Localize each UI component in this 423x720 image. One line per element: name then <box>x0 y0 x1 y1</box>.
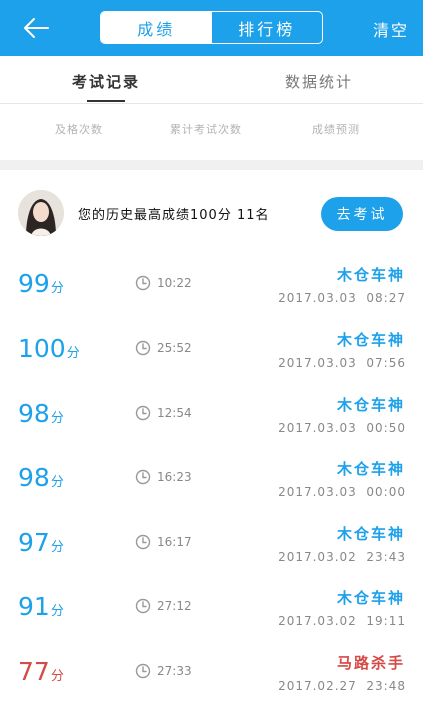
score-number: 97 <box>18 528 50 557</box>
stat-prediction: 成绩预测 <box>312 123 360 136</box>
rank-title: 木仓车神 <box>336 331 405 349</box>
app-header: 成绩 排行榜 清空 <box>0 0 423 56</box>
score-value: 77分 <box>18 657 64 686</box>
section-divider <box>0 160 423 170</box>
record-row[interactable]: 100分 25:52 木仓车神 2017.03.03 07:56 <box>0 320 423 384</box>
subtab-bar: 考试记录 数据统计 <box>0 56 423 104</box>
record-row[interactable]: 98分 12:54 木仓车神 2017.03.03 00:50 <box>0 385 423 449</box>
score-number: 98 <box>18 399 50 428</box>
exam-date: 2017.03.03 07:56 <box>278 356 406 370</box>
tab-ranking[interactable]: 排行榜 <box>212 12 323 43</box>
score-number: 77 <box>18 657 50 686</box>
clear-button[interactable]: 清空 <box>373 17 409 41</box>
record-row[interactable]: 77分 27:33 马路杀手 2017.02.27 23:48 <box>0 643 423 707</box>
score-value: 91分 <box>18 592 64 621</box>
rank-title: 木仓车神 <box>336 266 405 284</box>
active-tab-indicator <box>87 100 125 102</box>
record-row[interactable]: 91分 27:12 木仓车神 2017.03.02 19:11 <box>0 578 423 642</box>
exam-date: 2017.03.03 00:00 <box>278 485 406 499</box>
stat-pass-count: 及格次数 <box>55 123 103 136</box>
exam-duration: 12:54 <box>157 406 192 420</box>
exam-duration: 27:12 <box>157 599 192 613</box>
score-value: 98分 <box>18 399 64 428</box>
exam-date: 2017.03.02 23:43 <box>278 550 406 564</box>
score-value: 97分 <box>18 528 64 557</box>
exam-date: 2017.02.27 23:48 <box>278 679 406 693</box>
score-value: 99分 <box>18 269 64 298</box>
clock-icon <box>135 663 151 679</box>
exam-duration: 16:23 <box>157 470 192 484</box>
score-number: 99 <box>18 269 50 298</box>
exam-duration: 10:22 <box>157 276 192 290</box>
exam-date: 2017.03.03 08:27 <box>278 291 406 305</box>
avatar[interactable] <box>18 190 64 236</box>
rank-title: 木仓车神 <box>336 396 405 414</box>
exam-duration: 16:17 <box>157 535 192 549</box>
score-unit: 分 <box>50 604 64 619</box>
rank-title: 马路杀手 <box>336 654 405 672</box>
clock-icon <box>135 340 151 356</box>
best-score-text: 您的历史最高成绩100分 11名 <box>78 208 270 223</box>
clock-icon <box>135 469 151 485</box>
clock-icon <box>135 405 151 421</box>
rank-title: 木仓车神 <box>336 589 405 607</box>
record-row[interactable]: 99分 10:22 木仓车神 2017.03.03 08:27 <box>0 255 423 319</box>
score-number: 98 <box>18 463 50 492</box>
rank-title: 木仓车神 <box>336 460 405 478</box>
exam-date: 2017.03.02 19:11 <box>278 614 406 628</box>
score-unit: 分 <box>50 475 64 490</box>
score-value: 100分 <box>18 334 80 363</box>
stats-row: 及格次数 累计考试次数 成绩预测 <box>0 104 423 160</box>
score-unit: 分 <box>50 411 64 426</box>
score-unit: 分 <box>50 281 64 296</box>
exam-date: 2017.03.03 00:50 <box>278 421 406 435</box>
score-unit: 分 <box>50 669 64 684</box>
tab-exam-records[interactable]: 考试记录 <box>72 71 140 92</box>
clock-icon <box>135 275 151 291</box>
score-unit: 分 <box>66 346 80 361</box>
score-value: 98分 <box>18 463 64 492</box>
clock-icon <box>135 598 151 614</box>
stat-total-exams: 累计考试次数 <box>170 123 242 136</box>
exam-duration: 25:52 <box>157 341 192 355</box>
rank-title: 木仓车神 <box>336 525 405 543</box>
record-row[interactable]: 97分 16:17 木仓车神 2017.03.02 23:43 <box>0 514 423 578</box>
exam-duration: 27:33 <box>157 664 192 678</box>
back-arrow-icon[interactable] <box>22 14 50 42</box>
score-unit: 分 <box>50 540 64 555</box>
clock-icon <box>135 534 151 550</box>
take-exam-button[interactable]: 去考试 <box>321 197 403 231</box>
profile-summary: 您的历史最高成绩100分 11名 去考试 <box>0 170 423 255</box>
score-number: 100 <box>18 334 66 363</box>
tab-statistics[interactable]: 数据统计 <box>285 71 353 92</box>
record-row[interactable]: 98分 16:23 木仓车神 2017.03.03 00:00 <box>0 449 423 513</box>
segmented-control: 成绩 排行榜 <box>100 11 323 44</box>
tab-score[interactable]: 成绩 <box>101 12 212 43</box>
score-number: 91 <box>18 592 50 621</box>
